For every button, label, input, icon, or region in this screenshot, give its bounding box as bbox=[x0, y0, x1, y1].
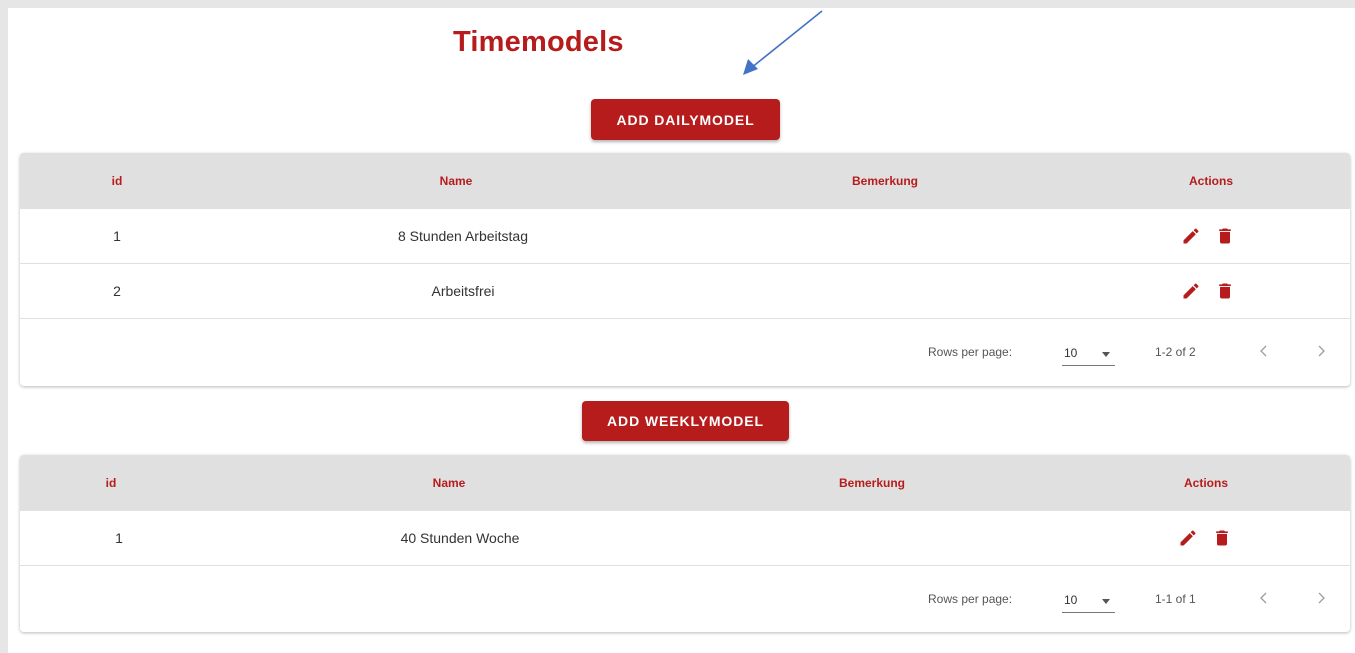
cell-id: 1 bbox=[113, 228, 121, 244]
weeklymodel-table: id Name Bemerkung Actions 1 40 Stunden W… bbox=[20, 455, 1350, 632]
add-weeklymodel-button[interactable]: ADD WEEKLYMODEL bbox=[582, 401, 789, 441]
pencil-icon[interactable] bbox=[1181, 226, 1201, 246]
pencil-icon[interactable] bbox=[1178, 528, 1198, 548]
annotation-arrow bbox=[743, 10, 823, 75]
table-pagination: Rows per page: 10 1-2 of 2 bbox=[20, 319, 1350, 385]
table-row: 2 Arbeitsfrei bbox=[20, 264, 1350, 319]
rows-per-page-select[interactable]: 10 bbox=[1062, 340, 1115, 366]
chevron-left-icon[interactable] bbox=[1257, 591, 1271, 605]
chevron-left-icon[interactable] bbox=[1257, 344, 1271, 358]
trash-icon[interactable] bbox=[1215, 281, 1235, 301]
pencil-icon[interactable] bbox=[1181, 281, 1201, 301]
pagination-range: 1-1 of 1 bbox=[1155, 592, 1196, 606]
column-header-name[interactable]: Name bbox=[433, 455, 466, 511]
cell-id: 1 bbox=[115, 530, 123, 546]
table-header: id Name Bemerkung Actions bbox=[20, 455, 1350, 511]
rows-per-page-select[interactable]: 10 bbox=[1062, 587, 1115, 613]
page-title: Timemodels bbox=[453, 26, 624, 58]
caret-down-icon bbox=[1102, 599, 1110, 604]
table-header: id Name Bemerkung Actions bbox=[20, 153, 1350, 209]
table-row: 1 40 Stunden Woche bbox=[20, 511, 1350, 566]
trash-icon[interactable] bbox=[1215, 226, 1235, 246]
row-actions bbox=[1181, 226, 1235, 246]
cell-id: 2 bbox=[113, 283, 121, 299]
column-header-actions: Actions bbox=[1188, 174, 1234, 188]
rows-per-page-value: 10 bbox=[1064, 346, 1078, 360]
cell-name: 40 Stunden Woche bbox=[400, 530, 520, 546]
column-header-actions: Actions bbox=[1183, 476, 1229, 490]
caret-down-icon bbox=[1102, 352, 1110, 357]
rows-per-page-value: 10 bbox=[1064, 593, 1078, 607]
chevron-right-icon[interactable] bbox=[1314, 344, 1328, 358]
row-actions bbox=[1178, 528, 1232, 548]
cell-name: 8 Stunden Arbeitstag bbox=[398, 228, 528, 244]
column-header-name[interactable]: Name bbox=[440, 153, 473, 209]
cell-name: Arbeitsfrei bbox=[431, 283, 495, 299]
column-header-bemerkung[interactable]: Bemerkung bbox=[839, 455, 905, 511]
rows-per-page-label: Rows per page: bbox=[928, 592, 1013, 606]
table-pagination: Rows per page: 10 1-1 of 1 bbox=[20, 566, 1350, 632]
add-dailymodel-button[interactable]: ADD DAILYMODEL bbox=[591, 99, 780, 140]
table-row: 1 8 Stunden Arbeitstag bbox=[20, 209, 1350, 264]
column-header-id[interactable]: id bbox=[112, 153, 123, 209]
column-header-bemerkung[interactable]: Bemerkung bbox=[852, 153, 918, 209]
row-actions bbox=[1181, 281, 1235, 301]
column-header-id[interactable]: id bbox=[106, 455, 117, 511]
dailymodel-table: id Name Bemerkung Actions 1 8 Stunden Ar… bbox=[20, 153, 1350, 386]
trash-icon[interactable] bbox=[1212, 528, 1232, 548]
pagination-range: 1-2 of 2 bbox=[1155, 345, 1196, 359]
chevron-right-icon[interactable] bbox=[1314, 591, 1328, 605]
rows-per-page-label: Rows per page: bbox=[928, 345, 1013, 359]
